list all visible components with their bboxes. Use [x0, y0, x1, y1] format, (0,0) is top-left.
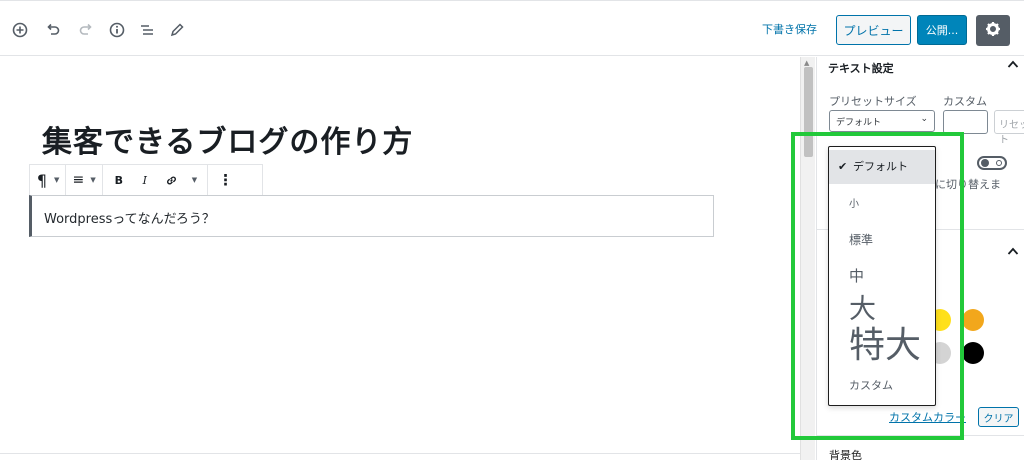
paragraph-icon[interactable]: ¶ [36, 170, 48, 190]
redo-icon[interactable] [77, 21, 95, 39]
paragraph-block[interactable]: Wordpressってなんだろう？ [29, 195, 714, 237]
link-icon[interactable] [165, 170, 178, 190]
editor-canvas: 集客できるブログの作り方 ¶ ▼ ≡ ▼ B I ▼ ⋮ Wordpressって… [0, 57, 800, 460]
chevron-up-icon[interactable] [1007, 59, 1019, 72]
undo-icon[interactable] [44, 21, 62, 39]
text-settings-title[interactable]: テキスト設定 [828, 60, 894, 76]
preview-button[interactable]: プレビュー [836, 15, 911, 45]
preset-size-select[interactable]: デフォルト ⌄ [829, 110, 935, 132]
more-formats-caret-icon[interactable]: ▼ [192, 176, 197, 184]
save-draft-link[interactable]: 下書き保存 [762, 21, 817, 37]
more-options-icon[interactable]: ⋮ [218, 170, 233, 190]
align-group: ≡ ▼ [66, 165, 103, 195]
editor-footer-divider [0, 453, 800, 454]
settings-button[interactable] [976, 15, 1010, 46]
preset-size-value: デフォルト [836, 118, 882, 128]
pencil-icon[interactable] [168, 21, 186, 39]
format-group: B I ▼ [103, 165, 209, 195]
highlight-box [791, 132, 964, 440]
chevron-down-icon: ⌄ [920, 114, 928, 124]
toggle-switch[interactable] [977, 156, 1007, 170]
info-icon[interactable] [108, 21, 126, 39]
post-title[interactable]: 集客できるブログの作り方 [42, 117, 413, 161]
toggle-off-indicator [996, 160, 1002, 166]
bold-button[interactable]: B [113, 170, 125, 190]
clear-button[interactable]: クリア [978, 407, 1019, 427]
color-swatch-black[interactable] [962, 342, 984, 364]
add-block-icon[interactable] [11, 21, 29, 39]
gear-icon [985, 21, 1001, 41]
scroll-up-icon[interactable]: ▲ [804, 59, 809, 67]
toggle-knob [981, 159, 989, 167]
more-group: ⋮ [208, 165, 243, 195]
block-type-group: ¶ ▼ [30, 165, 67, 195]
background-color-label: 背景色 [829, 449, 862, 460]
italic-button[interactable]: I [139, 170, 151, 190]
reset-button[interactable]: リセット [994, 110, 1024, 146]
color-swatch-orange[interactable] [962, 309, 984, 331]
chevron-up-icon[interactable] [1007, 246, 1019, 259]
block-toolbar: ¶ ▼ ≡ ▼ B I ▼ ⋮ [29, 164, 263, 196]
list-icon[interactable] [138, 21, 156, 39]
align-icon[interactable]: ≡ [72, 170, 85, 190]
align-caret-icon[interactable]: ▼ [90, 176, 95, 184]
custom-size-input[interactable] [943, 110, 988, 134]
block-type-caret-icon[interactable]: ▼ [54, 176, 59, 184]
publish-button[interactable]: 公開... [917, 15, 967, 45]
custom-size-label: カスタム [943, 95, 987, 108]
editor-header: 下書き保存 プレビュー 公開... [0, 0, 1024, 56]
preset-size-label: プリセットサイズ [829, 95, 917, 108]
